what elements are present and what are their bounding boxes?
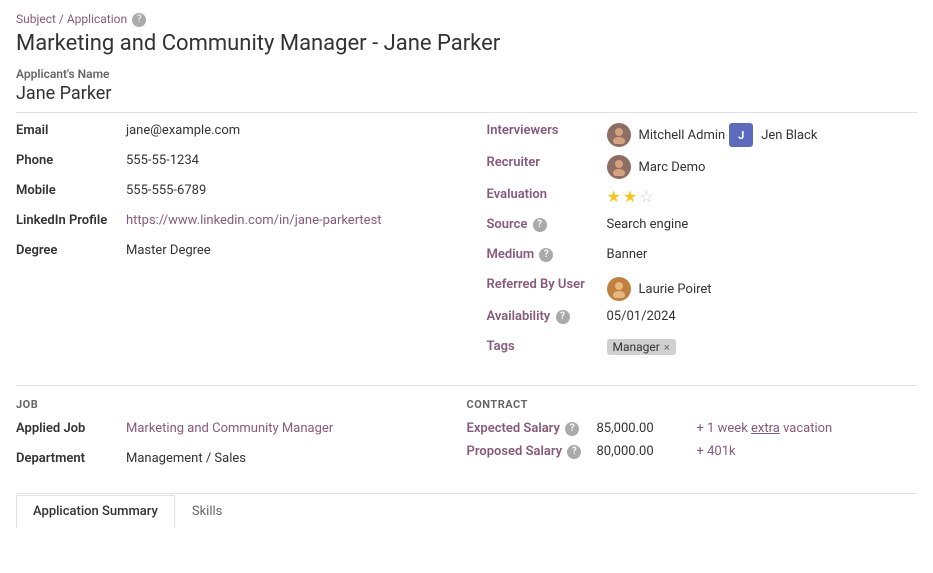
tags-label: Tags xyxy=(487,339,607,354)
degree-label: Degree xyxy=(16,243,126,258)
avatar-laurie xyxy=(607,277,631,301)
applied-job-label: Applied Job xyxy=(16,421,126,436)
evaluation-row: Evaluation ★ ★ ☆ xyxy=(487,187,918,209)
interviewers-row: Interviewers Mitchell Admin J Jen Black xyxy=(487,123,918,147)
main-info-grid: Email jane@example.com Phone 555-55-1234… xyxy=(16,123,917,369)
recruiter-name: Marc Demo xyxy=(639,160,706,175)
source-label: Source ? xyxy=(487,217,607,232)
tags-row: Tags Manager × xyxy=(487,339,918,361)
department-value: Management / Sales xyxy=(126,451,447,466)
page-container: Subject / Application ? Marketing and Co… xyxy=(0,0,933,527)
star-1[interactable]: ★ xyxy=(607,187,621,206)
tags-container: Manager × xyxy=(607,339,676,355)
phone-row: Phone 555-55-1234 xyxy=(16,153,447,175)
mobile-row: Mobile 555-555-6789 xyxy=(16,183,447,205)
proposed-salary-help-icon[interactable]: ? xyxy=(567,445,581,459)
department-label: Department xyxy=(16,451,126,466)
linkedin-value: https://www.linkedin.com/in/jane-parkert… xyxy=(126,213,447,228)
contract-section-title: CONTRACT xyxy=(467,398,918,411)
interviewer1-name: Mitchell Admin xyxy=(639,128,726,143)
avatar-mitchell xyxy=(607,123,631,147)
tab-skills[interactable]: Skills xyxy=(175,495,240,528)
breadcrumb-help-icon[interactable]: ? xyxy=(132,13,146,27)
department-row: Department Management / Sales xyxy=(16,451,447,473)
availability-value: 05/01/2024 xyxy=(607,309,918,324)
evaluation-label: Evaluation xyxy=(487,187,607,202)
evaluation-stars[interactable]: ★ ★ ☆ xyxy=(607,187,654,206)
tag-remove-icon[interactable]: × xyxy=(664,341,670,354)
proposed-salary-value: 80,000.00 xyxy=(597,444,677,459)
medium-row: Medium ? Banner xyxy=(487,247,918,269)
interviewers-label: Interviewers xyxy=(487,123,607,138)
interviewers-avatars: Mitchell Admin J Jen Black xyxy=(607,123,818,147)
proposed-salary-label: Proposed Salary ? xyxy=(467,444,597,459)
phone-value: 555-55-1234 xyxy=(126,153,447,168)
email-value: jane@example.com xyxy=(126,123,447,138)
breadcrumb-application[interactable]: Application xyxy=(67,12,127,26)
star-3[interactable]: ☆ xyxy=(639,187,653,206)
recruiter-row: Recruiter Marc Demo xyxy=(487,155,918,179)
applied-job-value[interactable]: Marketing and Community Manager xyxy=(126,421,447,436)
email-row: Email jane@example.com xyxy=(16,123,447,145)
expected-salary-help-icon[interactable]: ? xyxy=(565,422,579,436)
expected-salary-extra: + 1 week extra vacation xyxy=(697,421,833,436)
phone-label: Phone xyxy=(16,153,126,168)
mobile-label: Mobile xyxy=(16,183,126,198)
availability-help-icon[interactable]: ? xyxy=(556,310,570,324)
avatar-marc xyxy=(607,155,631,179)
applicant-name-label: Applicant's Name xyxy=(16,67,917,81)
contract-section: CONTRACT Expected Salary ? 85,000.00 + 1… xyxy=(467,398,918,481)
medium-label: Medium ? xyxy=(487,247,607,262)
source-value: Search engine xyxy=(607,217,918,232)
tag-label: Manager xyxy=(613,340,660,354)
expected-salary-row: Expected Salary ? 85,000.00 + 1 week ext… xyxy=(467,421,918,436)
linkedin-link[interactable]: https://www.linkedin.com/in/jane-parkert… xyxy=(126,213,382,228)
left-column: Email jane@example.com Phone 555-55-1234… xyxy=(16,123,467,369)
referred-label: Referred By User xyxy=(487,277,607,292)
job-section: JOB Applied Job Marketing and Community … xyxy=(16,398,467,481)
avatar-jen: J xyxy=(729,123,753,147)
section-divider xyxy=(16,385,917,386)
recruiter-avatar-group: Marc Demo xyxy=(607,155,706,179)
applied-job-row: Applied Job Marketing and Community Mana… xyxy=(16,421,447,443)
email-label: Email xyxy=(16,123,126,138)
degree-value: Master Degree xyxy=(126,243,447,258)
referred-name: Laurie Poiret xyxy=(639,282,712,297)
expected-salary-label: Expected Salary ? xyxy=(467,421,597,436)
linkedin-label: LinkedIn Profile xyxy=(16,213,126,228)
tag-manager: Manager × xyxy=(607,339,676,355)
mobile-value: 555-555-6789 xyxy=(126,183,447,198)
breadcrumb: Subject / Application ? xyxy=(16,12,917,27)
referred-row: Referred By User Laurie Poiret xyxy=(487,277,918,301)
referred-avatar-group: Laurie Poiret xyxy=(607,277,712,301)
applicant-name: Jane Parker xyxy=(16,83,917,113)
breadcrumb-subject: Subject xyxy=(16,12,56,26)
medium-value: Banner xyxy=(607,247,918,262)
proposed-salary-row: Proposed Salary ? 80,000.00 + 401k xyxy=(467,444,918,459)
proposed-salary-extra: + 401k xyxy=(697,444,736,459)
jen-initial: J xyxy=(738,129,744,142)
recruiter-label: Recruiter xyxy=(487,155,607,170)
availability-row: Availability ? 05/01/2024 xyxy=(487,309,918,331)
extra-highlight: extra xyxy=(751,421,780,436)
breadcrumb-sep: / xyxy=(59,12,64,26)
linkedin-row: LinkedIn Profile https://www.linkedin.co… xyxy=(16,213,447,235)
interviewer2-name: Jen Black xyxy=(761,128,817,143)
page-title: Marketing and Community Manager - Jane P… xyxy=(16,31,917,57)
star-2[interactable]: ★ xyxy=(623,187,637,206)
degree-row: Degree Master Degree xyxy=(16,243,447,265)
source-row: Source ? Search engine xyxy=(487,217,918,239)
tabs-bar: Application Summary Skills xyxy=(16,493,917,527)
expected-salary-value: 85,000.00 xyxy=(597,421,677,436)
medium-help-icon[interactable]: ? xyxy=(539,248,553,262)
section-grid: JOB Applied Job Marketing and Community … xyxy=(16,398,917,481)
tab-application-summary[interactable]: Application Summary xyxy=(16,495,175,528)
availability-label: Availability ? xyxy=(487,309,607,324)
source-help-icon[interactable]: ? xyxy=(533,218,547,232)
job-section-title: JOB xyxy=(16,398,447,411)
right-column: Interviewers Mitchell Admin J Jen Black … xyxy=(467,123,918,369)
